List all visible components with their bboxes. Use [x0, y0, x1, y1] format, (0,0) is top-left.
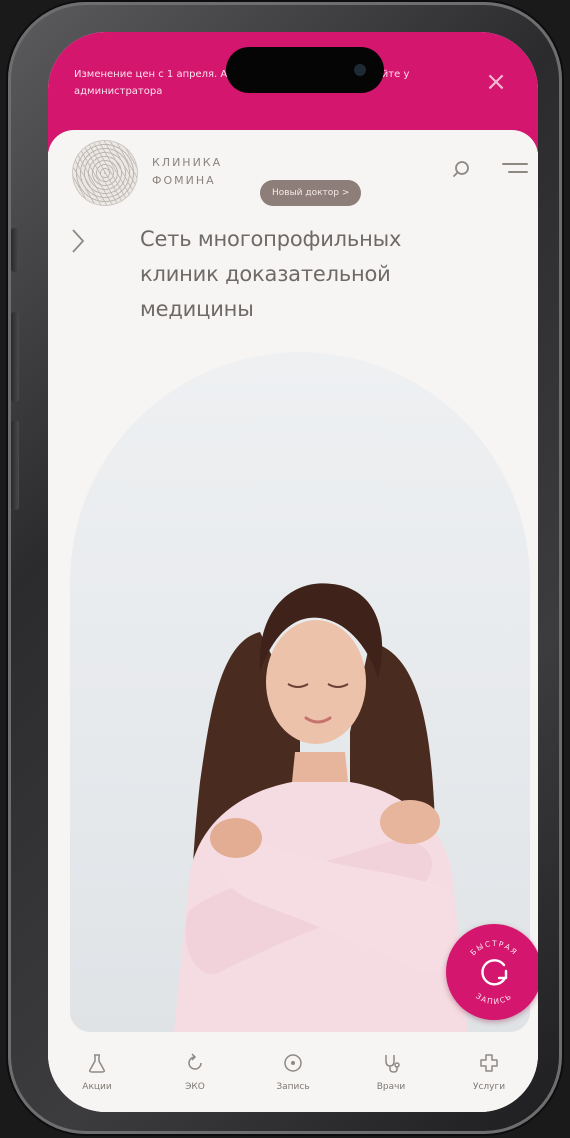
quick-booking-top-text: БЫСТРАЯ: [468, 939, 518, 957]
screen: Изменение цен с 1 апреля. Актуальную сто…: [48, 32, 538, 1112]
close-icon[interactable]: ×: [484, 69, 508, 95]
volume-down-button: [11, 420, 19, 510]
main-card: КЛИНИКА ФОМИНА Новый доктор > Сеть много…: [48, 130, 538, 1112]
title-line: медицины: [140, 297, 254, 321]
new-doctor-badge[interactable]: Новый доктор >: [260, 180, 362, 206]
tab-ivf[interactable]: ЭКО: [146, 1034, 244, 1112]
cycle-icon: [188, 1053, 202, 1070]
tab-label: Услуги: [472, 1082, 506, 1092]
tab-label: Акции: [82, 1082, 112, 1092]
record-circle-icon: [284, 1054, 302, 1072]
menu-icon[interactable]: [498, 160, 528, 180]
title-line: Сеть многопрофильных: [140, 227, 402, 251]
stethoscope-icon: [385, 1055, 400, 1073]
tab-label: Врачи: [376, 1082, 406, 1092]
tab-services[interactable]: Услуги: [440, 1034, 538, 1112]
svg-text:ЗАПИСЬ: ЗАПИСЬ: [474, 991, 514, 1006]
refresh-arrow-icon: БЫСТРАЯ ЗАПИСЬ: [468, 939, 519, 1006]
volume-up-button: [11, 312, 19, 402]
svg-text:БЫСТРАЯ: БЫСТРАЯ: [468, 939, 519, 957]
tab-booking[interactable]: Запись: [244, 1034, 342, 1112]
flask-icon: [89, 1054, 105, 1073]
search-icon[interactable]: [452, 158, 474, 180]
page-title: Сеть многопрофильных клиник доказательно…: [140, 222, 480, 327]
tab-label: Запись: [276, 1082, 310, 1092]
action-button: [11, 228, 19, 272]
clinic-name[interactable]: КЛИНИКА ФОМИНА: [152, 154, 222, 190]
clinic-name-line2: ФОМИНА: [152, 174, 216, 187]
clinic-name-line1: КЛИНИКА: [152, 156, 223, 169]
quick-booking-bottom-text: ЗАПИСЬ: [474, 991, 512, 1006]
bottom-tab-bar: Акции ЭКО Запись Врачи Услуги: [48, 1034, 538, 1112]
phone-frame: Изменение цен с 1 апреля. Актуальную сто…: [8, 2, 562, 1134]
quick-booking-button[interactable]: БЫСТРАЯ ЗАПИСЬ: [446, 924, 538, 1020]
clinic-logo[interactable]: [72, 140, 138, 206]
camera-lens: [354, 64, 366, 76]
dynamic-island: [226, 47, 384, 93]
chevron-left-icon[interactable]: [68, 226, 88, 256]
medical-cross-icon: [480, 1054, 498, 1072]
tab-promotions[interactable]: Акции: [48, 1034, 146, 1112]
tab-label: ЭКО: [185, 1082, 205, 1092]
title-line: клиник доказательной: [140, 262, 391, 286]
tab-doctors[interactable]: Врачи: [342, 1034, 440, 1112]
